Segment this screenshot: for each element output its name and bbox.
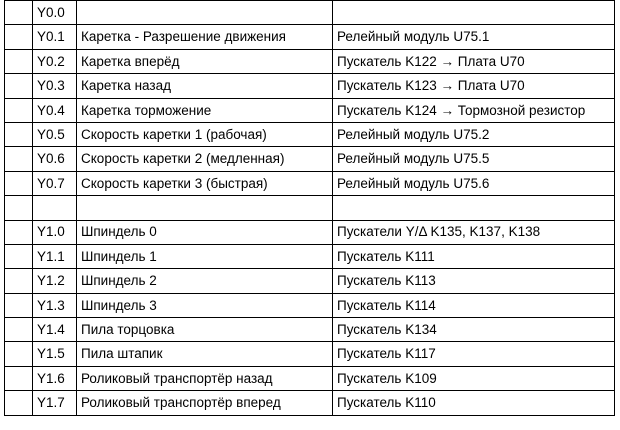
output-device-cell: Пускатели Y/Δ K135, K137, K138 — [332, 219, 615, 245]
output-address-cell: Y1.3 — [32, 292, 77, 319]
output-address-cell: Y0.2 — [32, 48, 77, 75]
output-address-cell: Y0.0 — [32, 0, 77, 26]
row-spacer-cell — [4, 365, 33, 392]
table-row: Y1.2 Шпиндель 2 Пускатель K113 — [4, 268, 615, 294]
output-device-cell — [332, 0, 615, 26]
row-spacer-cell — [4, 243, 33, 270]
table-row: Y1.6 Роликовый транспортёр назад Пускатель… — [4, 365, 615, 392]
output-function-cell: Скорость каретки 2 (медленная) — [76, 146, 333, 172]
table-row — [4, 195, 615, 221]
table-row: Y0.2 Каретка вперёд Пускатель K122 → Плата… — [4, 48, 615, 75]
row-spacer-cell — [4, 146, 33, 172]
table-row: Y1.1 Шпиндель 1 Пускатель K111 — [4, 243, 615, 270]
output-device-cell: Релейный модуль U75.6 — [332, 170, 615, 197]
row-spacer-cell — [4, 48, 33, 75]
output-address-cell: Y0.5 — [32, 121, 77, 148]
output-address-cell: Y1.1 — [32, 243, 77, 270]
row-spacer-cell — [4, 219, 33, 245]
row-spacer-cell — [4, 390, 33, 416]
row-spacer-cell — [4, 121, 33, 148]
table-row: Y0.6 Скорость каретки 2 (медленная) Релейн… — [4, 146, 615, 172]
output-function-cell: Роликовый транспортёр назад — [76, 365, 333, 392]
row-spacer-cell — [4, 0, 33, 26]
output-device-cell: Релейный модуль U75.5 — [332, 146, 615, 172]
table-row: Y0.3 Каретка назад Пускатель K123 → Плата … — [4, 73, 615, 99]
output-address-cell: Y1.6 — [32, 365, 77, 392]
output-device-cell: Релейный модуль U75.2 — [332, 121, 615, 148]
output-function-cell: Шпиндель 0 — [76, 219, 333, 245]
row-spacer-cell — [4, 24, 33, 50]
table-row: Y0.5 Скорость каретки 1 (рабочая) Релейный… — [4, 121, 615, 148]
output-function-cell: Каретка вперёд — [76, 48, 333, 75]
output-function-cell: Пила штапик — [76, 341, 333, 367]
output-function-cell: Каретка торможение — [76, 97, 333, 123]
output-device-cell: Пускатель K123 → Плата U70 — [332, 73, 615, 99]
table-row: Y1.0 Шпиндель 0 Пускатели Y/Δ K135, K137, … — [4, 219, 615, 245]
output-address-cell: Y0.7 — [32, 170, 77, 197]
table-row: Y0.0 — [4, 0, 615, 26]
row-spacer-cell — [4, 341, 33, 367]
io-table: Y0.0 Y0.1 Каретка - Разрешение движения Рел… — [4, 0, 615, 416]
table-row: Y0.1 Каретка - Разрешение движения Релейны… — [4, 24, 615, 50]
row-spacer-cell — [4, 73, 33, 99]
output-address-cell: Y0.1 — [32, 24, 77, 50]
output-address-cell: Y1.4 — [32, 317, 77, 343]
row-spacer-cell — [4, 97, 33, 123]
output-address-cell: Y0.4 — [32, 97, 77, 123]
row-spacer-cell — [4, 268, 33, 294]
row-spacer-cell — [4, 195, 33, 221]
output-device-cell: Релейный модуль U75.1 — [332, 24, 615, 50]
table-row: Y1.3 Шпиндель 3 Пускатель K114 — [4, 292, 615, 319]
output-function-cell: Скорость каретки 1 (рабочая) — [76, 121, 333, 148]
output-device-cell — [332, 195, 615, 221]
output-device-cell: Пускатель K111 — [332, 243, 615, 270]
row-spacer-cell — [4, 170, 33, 197]
output-device-cell: Пускатель K110 — [332, 390, 615, 416]
output-function-cell — [76, 195, 333, 221]
output-address-cell: Y1.5 — [32, 341, 77, 367]
output-function-cell: Роликовый транспортёр вперед — [76, 390, 333, 416]
output-device-cell: Пускатель K134 — [332, 317, 615, 343]
row-spacer-cell — [4, 317, 33, 343]
output-function-cell: Каретка назад — [76, 73, 333, 99]
output-address-cell — [32, 195, 77, 221]
output-function-cell: Шпиндель 3 — [76, 292, 333, 319]
output-address-cell: Y1.7 — [32, 390, 77, 416]
output-function-cell — [76, 0, 333, 26]
output-address-cell: Y0.6 — [32, 146, 77, 172]
table-row: Y0.4 Каретка торможение Пускатель K124 → Т… — [4, 97, 615, 123]
output-address-cell: Y1.2 — [32, 268, 77, 294]
output-address-cell: Y1.0 — [32, 219, 77, 245]
io-table-body: Y0.0 Y0.1 Каретка - Разрешение движения Рел… — [4, 0, 615, 416]
output-device-cell: Пускатель K113 — [332, 268, 615, 294]
output-device-cell: Пускатель K122 → Плата U70 — [332, 48, 615, 75]
output-device-cell: Пускатель K117 — [332, 341, 615, 367]
output-function-cell: Скорость каретки 3 (быстрая) — [76, 170, 333, 197]
output-function-cell: Шпиндель 1 — [76, 243, 333, 270]
table-row: Y1.5 Пила штапик Пускатель K117 — [4, 341, 615, 367]
output-address-cell: Y0.3 — [32, 73, 77, 99]
row-spacer-cell — [4, 292, 33, 319]
output-function-cell: Пила торцовка — [76, 317, 333, 343]
table-row: Y0.7 Скорость каретки 3 (быстрая) Релейный… — [4, 170, 615, 197]
output-device-cell: Пускатель K124 → Тормозной резистор — [332, 97, 615, 123]
output-device-cell: Пускатель K114 — [332, 292, 615, 319]
table-row: Y1.7 Роликовый транспортёр вперед Пускател… — [4, 390, 615, 416]
output-function-cell: Каретка - Разрешение движения — [76, 24, 333, 50]
output-function-cell: Шпиндель 2 — [76, 268, 333, 294]
output-device-cell: Пускатель K109 — [332, 365, 615, 392]
table-row: Y1.4 Пила торцовка Пускатель K134 — [4, 317, 615, 343]
